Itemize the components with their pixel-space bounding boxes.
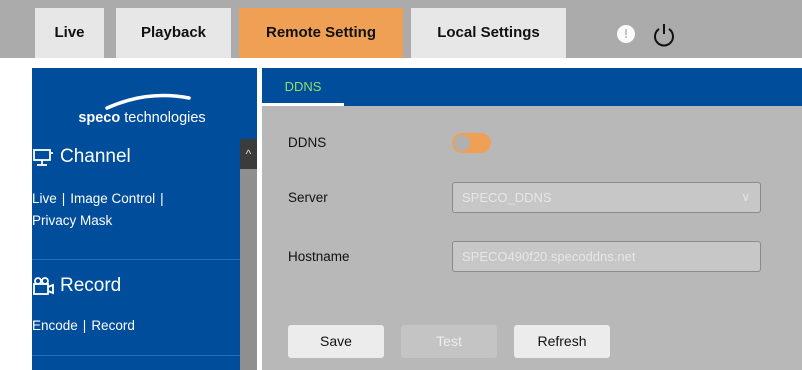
record-links: Encode | Record [32,315,232,337]
toggle-knob [454,135,470,151]
hostname-value: SPECO490f20.specoddns.net [462,249,636,264]
scroll-up-button[interactable]: ^ [240,139,257,169]
sidebar-divider [32,259,240,260]
link-image-control[interactable]: Image Control [70,191,155,206]
link-separator: | [82,318,87,333]
record-section-title[interactable]: Record [32,275,121,297]
save-button[interactable]: Save [288,325,384,358]
server-select[interactable]: SPECO_DDNS ∨ [452,182,761,213]
tab-local-settings[interactable]: Local Settings [411,8,566,58]
hostname-label: Hostname [288,249,350,264]
speco-logo: speco technologies [67,86,217,126]
server-label: Server [288,190,328,205]
logo-suffix: technologies [120,110,206,126]
alert-icon[interactable]: ! [617,25,635,43]
active-tab-indicator [262,103,344,106]
link-privacy-mask[interactable]: Privacy Mask [32,213,112,228]
ddns-label: DDNS [288,135,327,150]
link-live[interactable]: Live [32,191,57,206]
link-record[interactable]: Record [91,318,135,333]
channel-title-text: Channel [60,146,131,167]
tab-live[interactable]: Live [35,8,104,58]
top-nav-bar: Live Playback Remote Setting Local Setti… [0,0,802,58]
chevron-down-icon: ∨ [741,190,750,204]
server-value: SPECO_DDNS [462,190,552,205]
refresh-button[interactable]: Refresh [514,325,610,358]
monitor-icon [33,149,53,166]
sidebar-divider [32,355,240,356]
tab-playback[interactable]: Playback [116,8,231,58]
tab-ddns[interactable]: DDNS [262,68,344,106]
panel-tab-bar: DDNS [262,68,802,106]
channel-links: Live | Image Control | Privacy Mask [32,188,232,232]
sidebar: speco technologies Channel Live | Image Co… [32,68,257,370]
logo-brand: speco [78,110,121,126]
tab-remote-setting[interactable]: Remote Setting [239,8,403,58]
test-button[interactable]: Test [401,325,497,358]
link-separator: | [160,191,164,206]
ddns-panel: DDNS DDNS Server SPECO_DDNS ∨ Hostname S… [262,68,802,370]
channel-section-title[interactable]: Channel [32,146,131,168]
hostname-input[interactable]: SPECO490f20.specoddns.net [452,241,761,272]
power-icon[interactable] [652,22,676,48]
sidebar-scrollbar[interactable] [240,139,257,370]
logo-swoosh-icon [105,93,191,110]
record-icon [33,277,54,295]
record-title-text: Record [60,275,122,296]
logo-text: speco technologies [67,110,217,126]
link-encode[interactable]: Encode [32,318,78,333]
link-separator: | [61,191,66,206]
ddns-toggle[interactable] [452,133,491,153]
